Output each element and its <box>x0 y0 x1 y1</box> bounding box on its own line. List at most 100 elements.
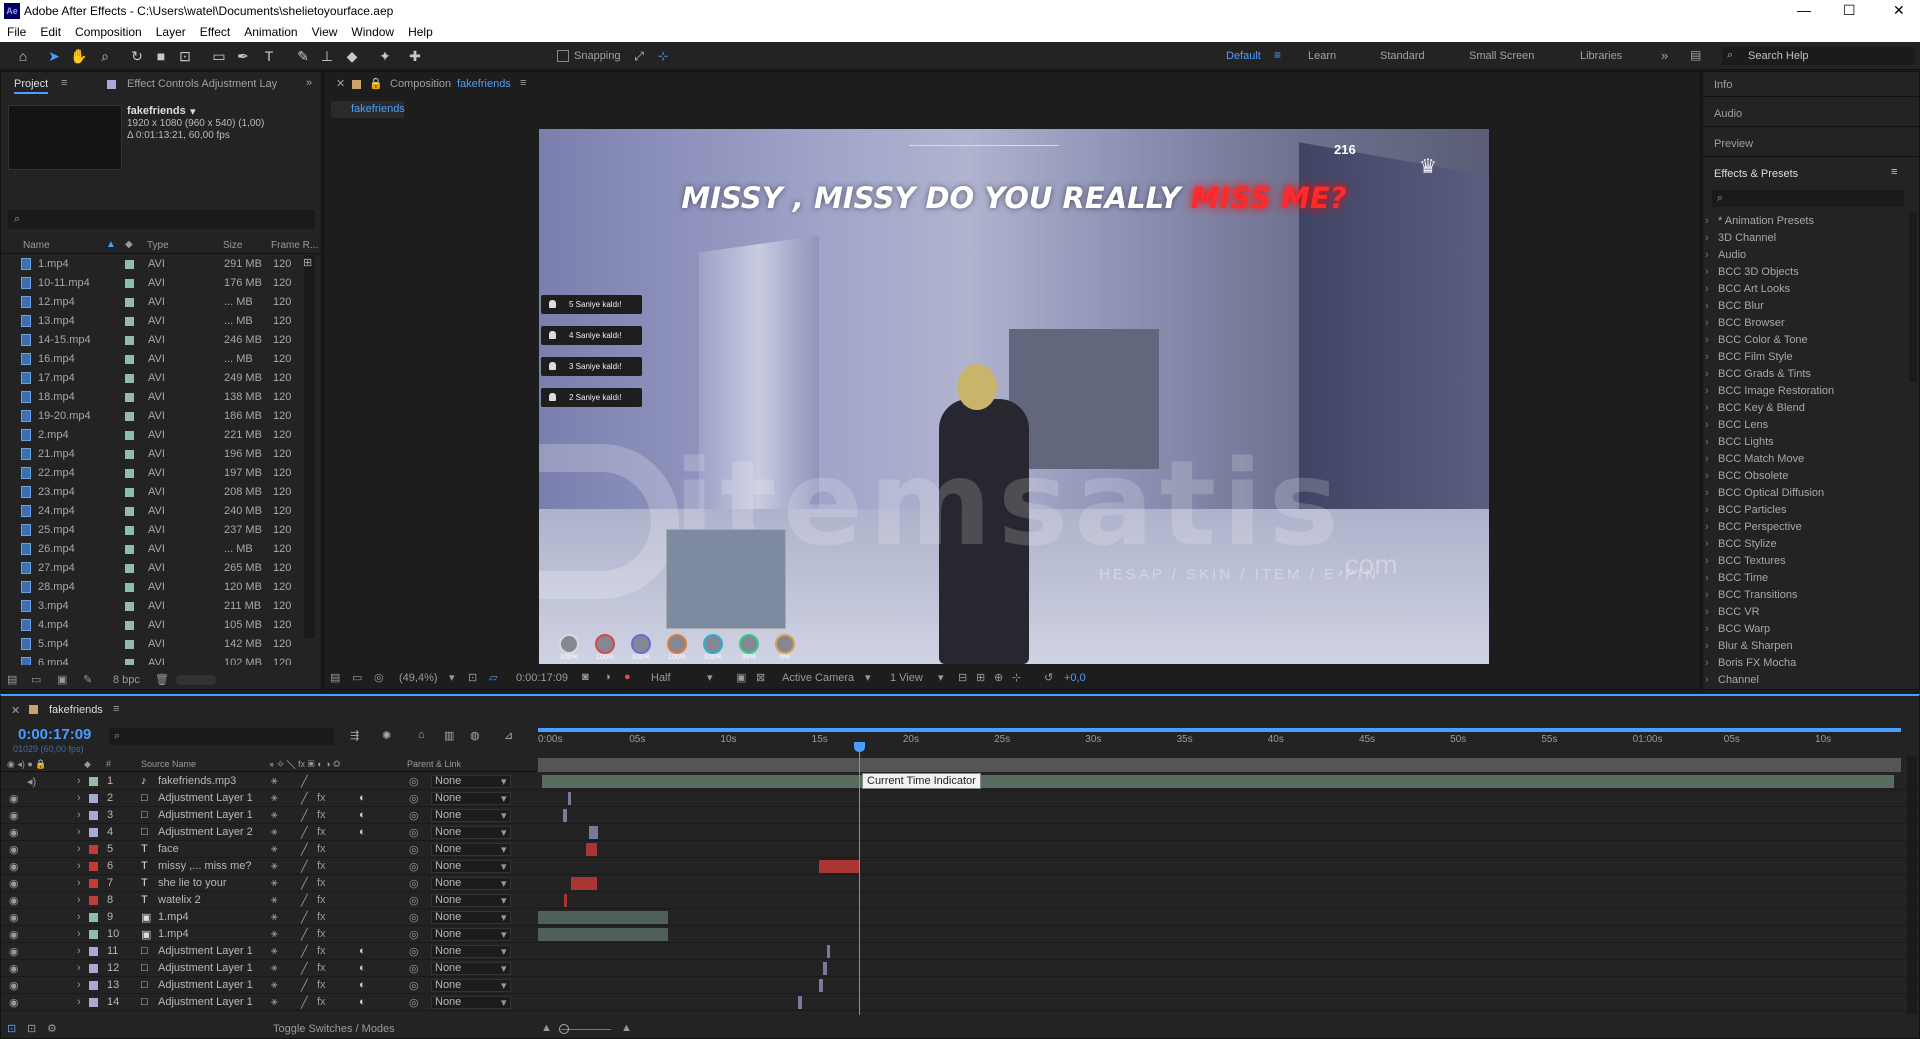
timeline-timecode[interactable]: 0:00:17:09 <box>18 726 91 743</box>
expand-chevron-icon[interactable]: › <box>77 860 81 872</box>
rectangle-tool-icon[interactable]: ▭ <box>210 47 228 65</box>
current-time-indicator[interactable] <box>859 745 860 1015</box>
effects-switch-icon[interactable]: fx <box>317 996 326 1008</box>
effect-controls-tab[interactable]: Effect Controls Adjustment Lay <box>127 78 277 90</box>
shy-switch-icon[interactable]: ⚹ <box>271 860 278 873</box>
type-tool-icon[interactable]: T <box>260 47 278 65</box>
zoom-out-icon[interactable]: ▲ <box>541 1022 552 1034</box>
menu-layer[interactable]: Layer <box>149 22 193 39</box>
layer-label-swatch[interactable] <box>89 947 98 956</box>
layer-switches-icon[interactable]: ⊡ <box>7 1022 16 1035</box>
timeline-scrollbar[interactable] <box>1907 756 1917 1014</box>
timeline-layer-row[interactable]: ◉ › 9 ▣ 1.mp4 ⚹ ╱ fx ◎ None ▾ <box>1 909 1920 926</box>
effects-switch-icon[interactable]: fx <box>317 962 326 974</box>
effects-switch-icon[interactable]: fx <box>317 843 326 855</box>
layer-duration-bar[interactable] <box>542 775 1894 788</box>
clone-stamp-tool-icon[interactable]: ⊥ <box>318 47 336 65</box>
menu-window[interactable]: Window <box>344 22 401 39</box>
shy-switch-icon[interactable]: ⚹ <box>271 894 278 907</box>
comp-subtab[interactable]: fakefriends <box>331 101 405 118</box>
expand-chevron-icon[interactable]: › <box>77 894 81 906</box>
source-name-column[interactable]: Source Name <box>141 759 196 769</box>
shy-switch-icon[interactable]: ⚹ <box>271 809 278 822</box>
eraser-tool-icon[interactable]: ◆ <box>343 47 361 65</box>
parent-link-column[interactable]: Parent & Link <box>407 759 461 769</box>
menu-effect[interactable]: Effect <box>193 22 237 39</box>
comp-mini-flowchart-icon[interactable]: ⇶ <box>350 729 359 742</box>
layer-source-name[interactable]: 1.mp4 <box>158 928 189 940</box>
shy-switch-icon[interactable]: ⚹ <box>271 843 278 856</box>
layer-label-swatch[interactable] <box>89 794 98 803</box>
project-tab[interactable]: Project <box>14 78 49 94</box>
close-button[interactable]: ✕ <box>1893 2 1905 19</box>
timeline-layer-row[interactable]: ◉ › 11 □ Adjustment Layer 1 ⚹ ╱ fx ◐ ◎ N… <box>1 943 1920 960</box>
layer-label-swatch[interactable] <box>89 862 98 871</box>
shy-switch-icon[interactable]: ⚹ <box>271 928 278 941</box>
visibility-eye-icon[interactable]: ◉ <box>9 928 19 941</box>
layer-source-name[interactable]: missy ,... miss me? <box>158 860 252 872</box>
effect-category[interactable]: › BCC Transitions <box>1705 587 1895 604</box>
zoom-tool-icon[interactable]: ⌕ <box>96 47 114 65</box>
effects-presets-title[interactable]: Effects & Presets <box>1714 168 1798 180</box>
effect-category[interactable]: › BCC Warp <box>1705 621 1895 638</box>
hide-shy-layers-icon[interactable]: ⌂ <box>418 729 425 741</box>
panel-overflow-icon[interactable]: » <box>306 77 312 89</box>
visibility-eye-icon[interactable]: ◉ <box>9 792 19 805</box>
menu-file[interactable]: File <box>0 22 33 39</box>
layer-source-name[interactable]: face <box>158 843 179 855</box>
effects-switch-icon[interactable]: fx <box>317 894 326 906</box>
adjustment-layer-icon[interactable]: ◐ <box>359 826 366 838</box>
expand-chevron-icon[interactable]: › <box>77 809 81 821</box>
menu-edit[interactable]: Edit <box>33 22 68 39</box>
workspace-small-screen[interactable]: Small Screen <box>1469 50 1534 62</box>
pick-whip-icon[interactable]: ◎ <box>409 775 419 788</box>
pick-whip-icon[interactable]: ◎ <box>409 979 419 992</box>
quality-switch-icon[interactable]: ╱ <box>301 979 308 992</box>
info-section[interactable]: Info <box>1714 79 1732 91</box>
workspace-standard[interactable]: Standard <box>1380 50 1425 62</box>
roto-brush-tool-icon[interactable]: ✦ <box>376 47 394 65</box>
quality-switch-icon[interactable]: ╱ <box>301 877 308 890</box>
shy-switch-icon[interactable]: ⚹ <box>271 826 278 839</box>
quality-switch-icon[interactable]: ╱ <box>301 894 308 907</box>
timeline-layer-row[interactable]: ◉ › 12 □ Adjustment Layer 1 ⚹ ╱ fx ◐ ◎ N… <box>1 960 1920 977</box>
timeline-tab-menu-icon[interactable]: ≡ <box>113 703 119 715</box>
effect-category[interactable]: › Boris FX Mocha <box>1705 655 1895 672</box>
layer-source-name[interactable]: Adjustment Layer 1 <box>158 996 253 1008</box>
zoom-in-icon[interactable]: ▲ <box>621 1022 632 1034</box>
timeline-search-input[interactable]: ⌕ <box>109 728 334 745</box>
effect-category[interactable]: › BCC Blur <box>1705 298 1895 315</box>
layer-source-name[interactable]: Adjustment Layer 1 <box>158 979 253 991</box>
adjustment-layer-icon[interactable]: ◐ <box>359 962 366 974</box>
brush-tool-icon[interactable]: ✎ <box>294 47 312 65</box>
effects-switch-icon[interactable]: fx <box>317 809 326 821</box>
shy-switch-icon[interactable]: ⚹ <box>271 962 278 975</box>
pick-whip-icon[interactable]: ◎ <box>409 945 419 958</box>
project-tab-menu-icon[interactable]: ≡ <box>61 77 67 89</box>
layer-source-name[interactable]: she lie to your <box>158 877 226 889</box>
adjustment-layer-icon[interactable]: ◐ <box>359 996 366 1008</box>
audio-section[interactable]: Audio <box>1714 108 1742 120</box>
menu-composition[interactable]: Composition <box>68 22 149 39</box>
shy-switch-icon[interactable]: ⚹ <box>271 911 278 924</box>
expand-chevron-icon[interactable]: › <box>77 775 81 787</box>
layer-duration-bar[interactable] <box>586 843 597 856</box>
layer-duration-bar[interactable] <box>538 928 668 941</box>
shy-switch-icon[interactable]: ⚹ <box>271 792 278 805</box>
shy-switch-icon[interactable]: ⚹ <box>271 979 278 992</box>
timeline-layer-row[interactable]: ◉ › 13 □ Adjustment Layer 1 ⚹ ╱ fx ◐ ◎ N… <box>1 977 1920 994</box>
transfer-controls-icon[interactable]: ⊡ <box>27 1022 36 1035</box>
quality-switch-icon[interactable]: ╱ <box>301 945 308 958</box>
layer-label-swatch[interactable] <box>89 930 98 939</box>
snap-features-icon[interactable]: ⊹ <box>654 47 672 65</box>
effect-category[interactable]: › BCC Perspective <box>1705 519 1895 536</box>
shy-switch-icon[interactable]: ⚹ <box>271 945 278 958</box>
motion-blur-icon[interactable]: ◍ <box>470 729 480 742</box>
expand-chevron-icon[interactable]: › <box>77 843 81 855</box>
visibility-eye-icon[interactable]: ◉ <box>9 894 19 907</box>
effect-category[interactable]: › BCC Lights <box>1705 434 1895 451</box>
layer-source-name[interactable]: watelix 2 <box>158 894 201 906</box>
camera-tool-icon[interactable]: ■ <box>152 47 170 65</box>
effects-switch-icon[interactable]: fx <box>317 877 326 889</box>
effects-switch-icon[interactable]: fx <box>317 826 326 838</box>
